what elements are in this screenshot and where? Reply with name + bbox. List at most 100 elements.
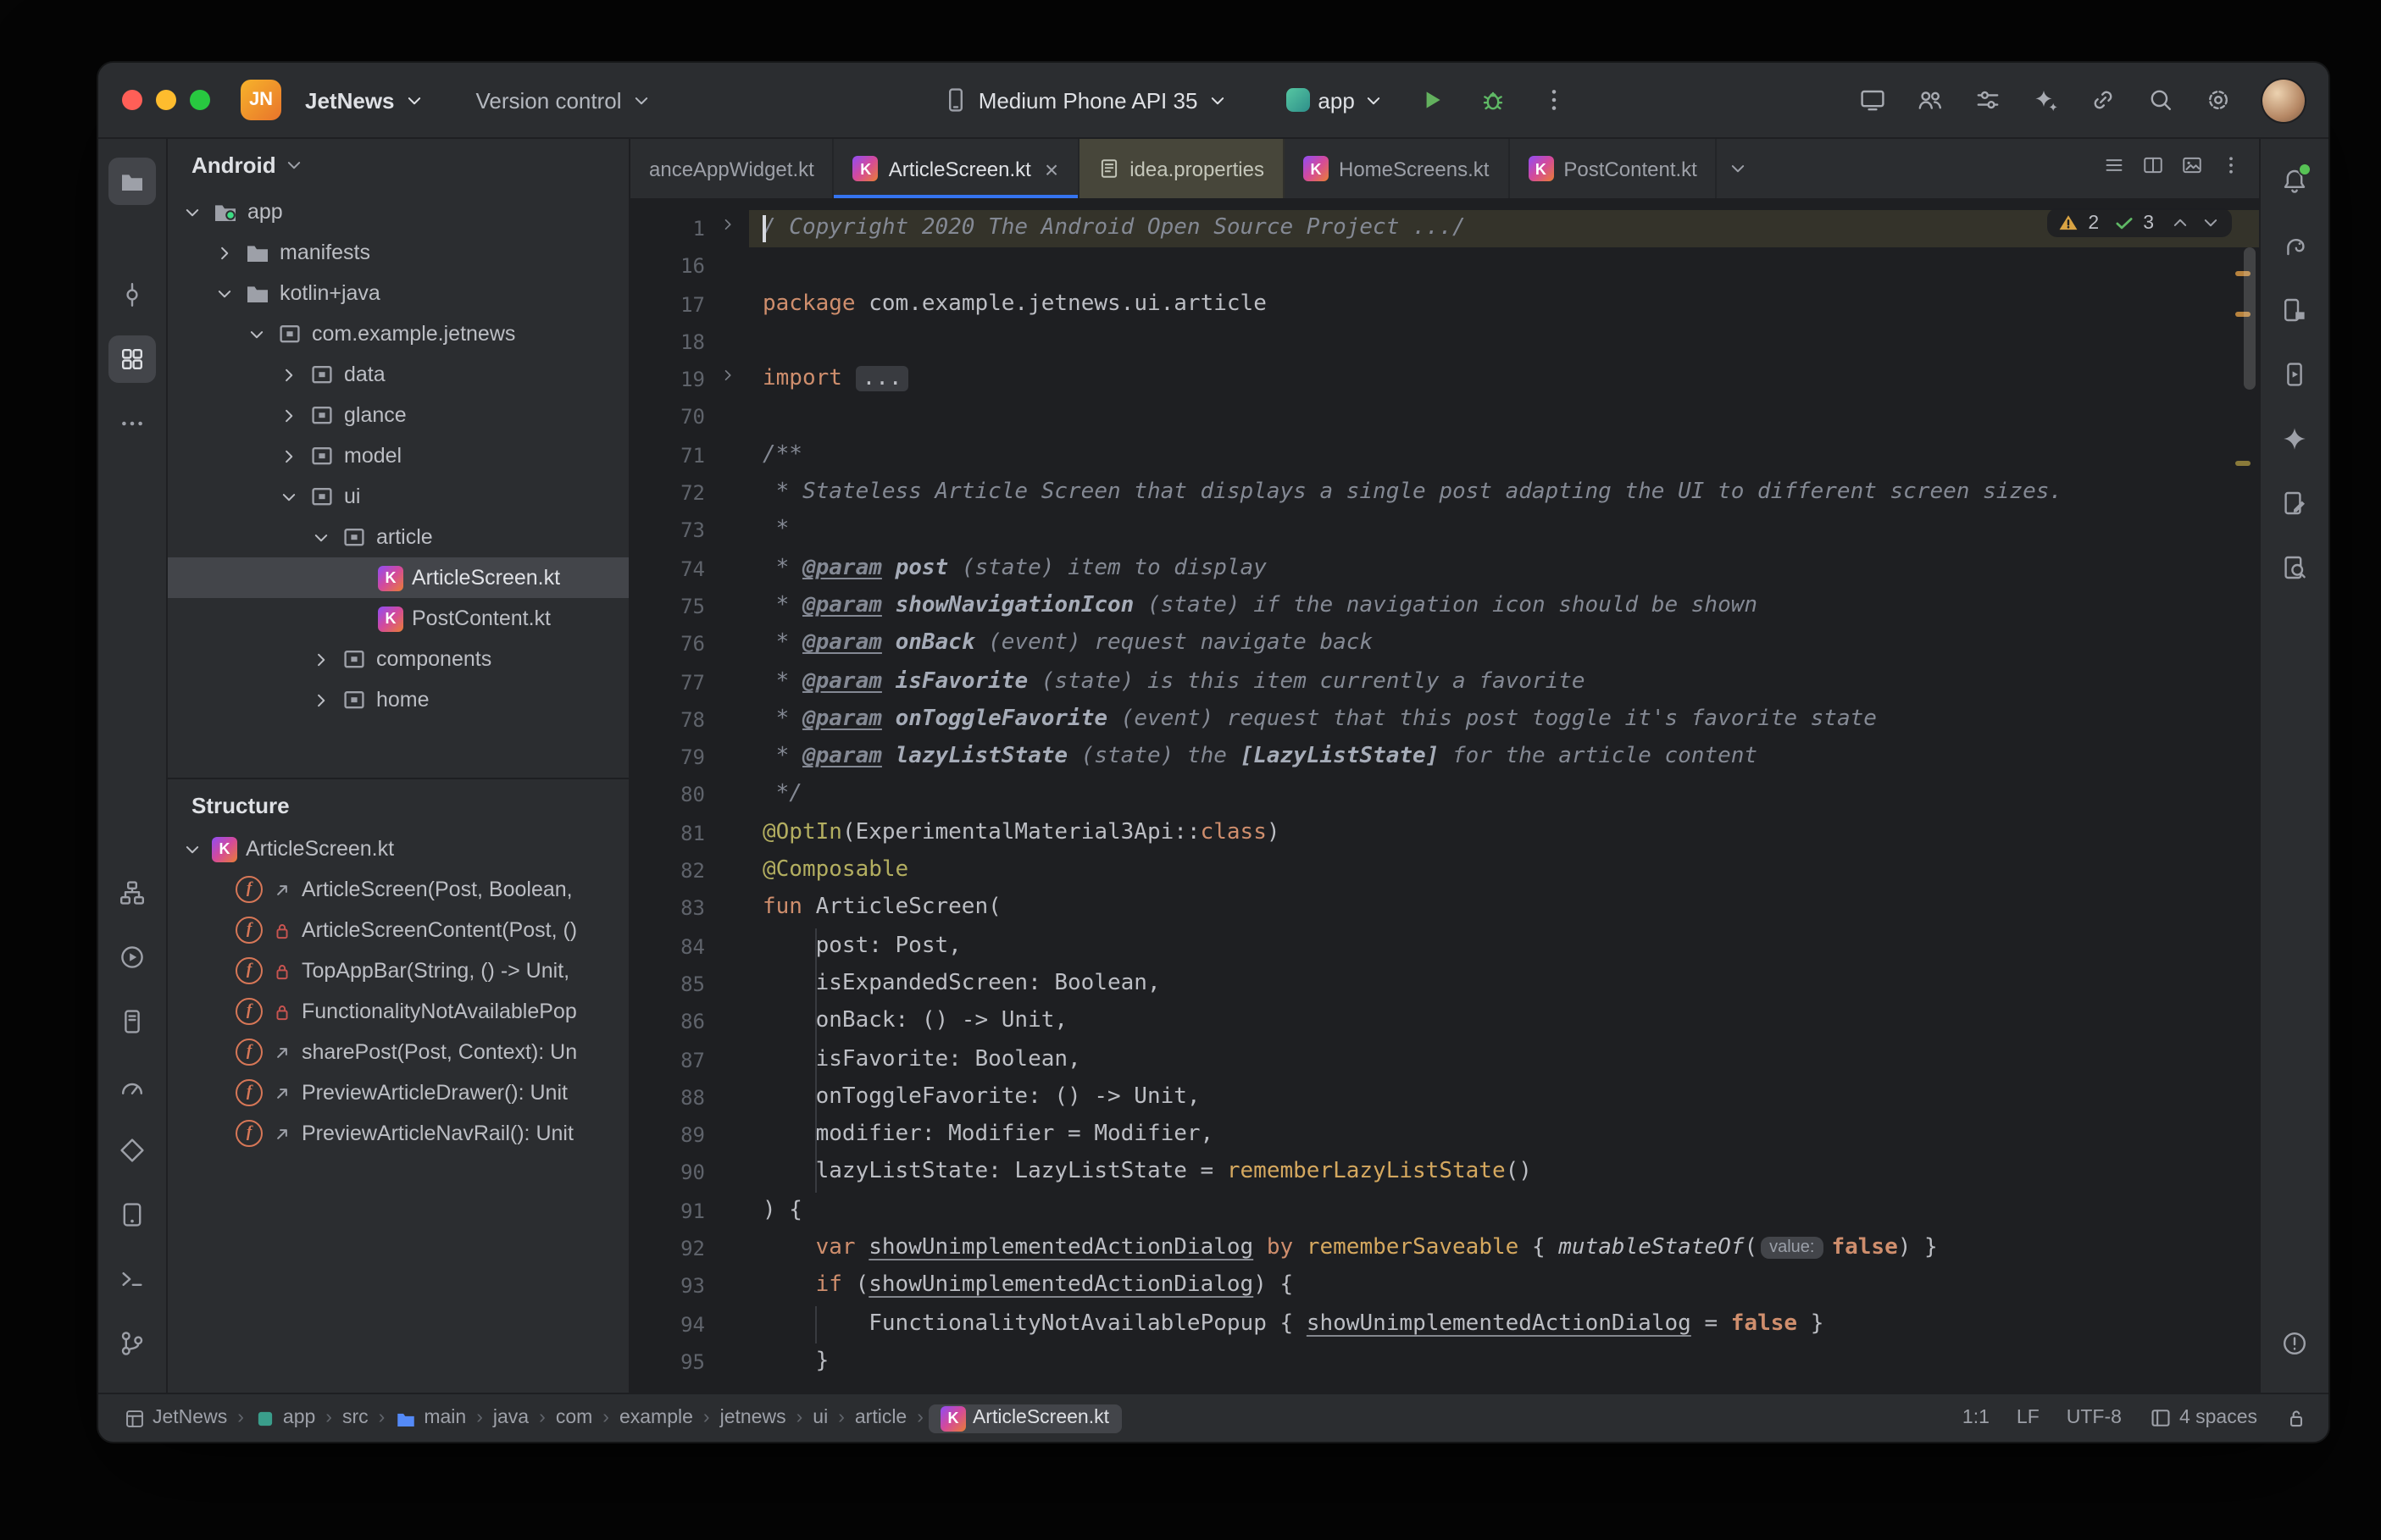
device-mirror-button[interactable] — [1849, 76, 1896, 124]
breadcrumb-com[interactable]: com — [551, 1406, 597, 1430]
structure-item-topappbar-string-unit[interactable]: f TopAppBar(String, () -> Unit, — [168, 950, 629, 991]
ai-assistant-button[interactable] — [2022, 76, 2069, 124]
settings-button[interactable] — [2195, 76, 2242, 124]
split-editor-button[interactable] — [2142, 153, 2164, 184]
zoom-button[interactable] — [190, 90, 210, 110]
share-link-button[interactable] — [2079, 76, 2127, 124]
toolbar-filters-button[interactable] — [1964, 76, 2012, 124]
tool-commit-button[interactable] — [108, 271, 156, 319]
caret-position-widget[interactable]: 1:1 — [1962, 1408, 1990, 1428]
tree-item-glance[interactable]: glance — [168, 395, 629, 435]
tool-running-devices-button[interactable] — [2271, 351, 2318, 398]
breadcrumb-app[interactable]: app — [249, 1405, 320, 1431]
tree-item-com-example-jetnews[interactable]: com.example.jetnews — [168, 313, 629, 354]
tool-project-button[interactable] — [108, 158, 156, 205]
breadcrumb-jetnews[interactable]: jetnews — [715, 1406, 791, 1430]
tree-item-label: kotlin+java — [280, 281, 380, 305]
structure-item-articlescreencontent-post[interactable]: f ArticleScreenContent(Post, () — [168, 910, 629, 950]
open-editors-button[interactable] — [2103, 153, 2125, 184]
tab-idea-properties[interactable]: idea.properties — [1079, 139, 1285, 198]
tool-device-manager-button[interactable] — [108, 1191, 156, 1238]
hidden-tabs-button[interactable] — [1718, 139, 1760, 198]
device-selector[interactable]: Medium Phone API 35 — [933, 80, 1239, 120]
tab-homescreens-kt[interactable]: K HomeScreens.kt — [1285, 139, 1510, 198]
fold-arrow-icon[interactable] — [718, 361, 736, 399]
run-config-selector[interactable]: app — [1275, 80, 1395, 119]
breadcrumb-articlescreen-kt[interactable]: K ArticleScreen.kt — [928, 1404, 1121, 1432]
minimize-button[interactable] — [156, 90, 176, 110]
tool-more-tool-windows-button[interactable] — [108, 400, 156, 447]
tree-item-articlescreen-kt[interactable]: K ArticleScreen.kt — [168, 557, 629, 598]
tool-layout-inspector-button[interactable] — [2271, 544, 2318, 591]
tree-item-article[interactable]: article — [168, 517, 629, 557]
warning-stripe-mark[interactable] — [2235, 461, 2251, 466]
main-area: Android app manifests kotlin+java com.examp… — [98, 137, 2328, 1394]
run-button[interactable] — [1409, 76, 1457, 124]
tab-postcontent-kt[interactable]: K PostContent.kt — [1509, 139, 1718, 198]
tool-notifications-button[interactable] — [2271, 158, 2318, 205]
chevron-down-icon — [1363, 89, 1385, 111]
close-tab-icon[interactable]: × — [1045, 157, 1058, 180]
tree-item-app[interactable]: app — [168, 191, 629, 232]
tool-logcat-button[interactable] — [108, 998, 156, 1045]
tool-terminal-button[interactable] — [108, 1255, 156, 1303]
structure-item-articlescreen-post-boolean[interactable]: f ArticleScreen(Post, Boolean, — [168, 869, 629, 910]
tool-problems-button[interactable] — [2271, 1320, 2318, 1367]
preview-layout-button[interactable] — [2181, 153, 2203, 184]
editor-more-button[interactable] — [2220, 153, 2242, 184]
encoding-widget[interactable]: UTF-8 — [2067, 1408, 2122, 1428]
code-editor[interactable]: 1/ Copyright 2020 The Android Open Sourc… — [630, 200, 2259, 1393]
tool-gradle-button[interactable] — [2271, 222, 2318, 269]
write-access-icon[interactable] — [2284, 1406, 2308, 1430]
tab-articlescreen-kt[interactable]: K ArticleScreen.kt × — [834, 139, 1079, 198]
tool-resource-manager-button[interactable] — [2271, 479, 2318, 527]
tree-item-model[interactable]: model — [168, 435, 629, 476]
tree-item-kotlin-java[interactable]: kotlin+java — [168, 273, 629, 313]
indent-widget[interactable]: 4 spaces — [2149, 1406, 2257, 1430]
tree-item-ui[interactable]: ui — [168, 476, 629, 517]
code-line: 73 * — [630, 512, 2259, 551]
structure-item-sharepost-post-context-un[interactable]: f sharePost(Post, Context): Un — [168, 1032, 629, 1072]
tool-app-quality-insights-button[interactable] — [108, 1127, 156, 1174]
structure-item-functionalitynotavailablepop[interactable]: f FunctionalityNotAvailablePop — [168, 991, 629, 1032]
breadcrumb-article[interactable]: article — [850, 1406, 912, 1430]
tool-run-button[interactable] — [108, 933, 156, 981]
line-separator-widget[interactable]: LF — [2017, 1408, 2040, 1428]
tree-item-data[interactable]: data — [168, 354, 629, 395]
tree-item-postcontent-kt[interactable]: K PostContent.kt — [168, 598, 629, 639]
next-problem-icon[interactable] — [2200, 212, 2222, 234]
breadcrumb-src[interactable]: src — [337, 1406, 374, 1430]
project-selector[interactable]: JetNews — [295, 80, 436, 119]
project-view-selector[interactable]: Android — [168, 139, 629, 188]
tree-item-manifests[interactable]: manifests — [168, 232, 629, 273]
debug-button[interactable] — [1470, 76, 1518, 124]
tab-anceappwidget-kt[interactable]: anceAppWidget.kt — [630, 139, 835, 198]
close-button[interactable] — [122, 90, 142, 110]
tree-item-components[interactable]: components — [168, 639, 629, 679]
tool-build-variants-button[interactable] — [108, 869, 156, 917]
tool-gemini-button[interactable] — [2271, 415, 2318, 463]
tool-device-explorer-button[interactable] — [2271, 286, 2318, 334]
vcs-widget[interactable]: Version control — [466, 80, 663, 119]
search-everywhere-button[interactable] — [2137, 76, 2184, 124]
more-run-actions-button[interactable] — [1531, 76, 1579, 124]
prev-problem-icon[interactable] — [2169, 212, 2191, 234]
tool-profiler-button[interactable] — [108, 1062, 156, 1110]
fold-arrow-icon[interactable] — [718, 210, 736, 248]
structure-item-previewarticlenavrail-unit[interactable]: f PreviewArticleNavRail(): Unit — [168, 1113, 629, 1154]
breadcrumb-java[interactable]: java — [488, 1406, 534, 1430]
structure-root-articlescreen-kt[interactable]: K ArticleScreen.kt — [168, 828, 629, 869]
breadcrumb-ui[interactable]: ui — [808, 1406, 833, 1430]
list-icon — [2103, 153, 2125, 175]
user-avatar[interactable] — [2262, 79, 2305, 121]
tree-item-home[interactable]: home — [168, 679, 629, 720]
breadcrumb-main[interactable]: main — [390, 1405, 471, 1431]
breadcrumb-jetnews[interactable]: JetNews — [119, 1405, 232, 1431]
structure-item-previewarticledrawer-unit[interactable]: f PreviewArticleDrawer(): Unit — [168, 1072, 629, 1113]
inspections-widget[interactable]: 2 3 — [2047, 208, 2232, 237]
tool-structure-button[interactable] — [108, 335, 156, 383]
editor-scrollbar[interactable] — [2244, 247, 2256, 390]
tool-version-control-button[interactable] — [108, 1320, 156, 1367]
breadcrumb-example[interactable]: example — [614, 1406, 698, 1430]
code-with-me-button[interactable] — [1906, 76, 1954, 124]
